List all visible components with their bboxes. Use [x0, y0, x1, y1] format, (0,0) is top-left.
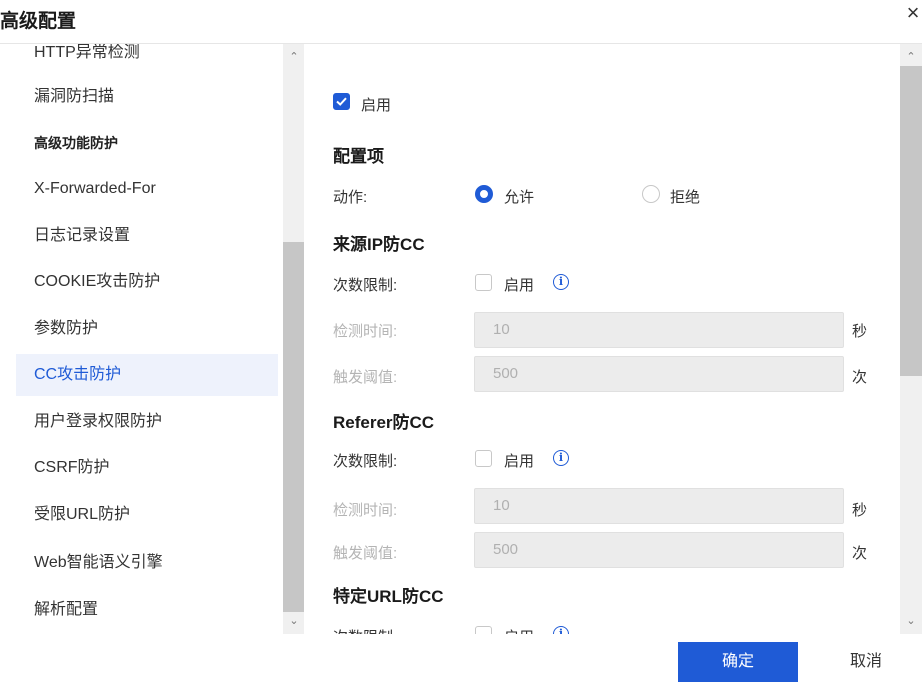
specific-url-section-title: 特定URL防CC: [333, 587, 444, 606]
referer-detect-input[interactable]: 10: [474, 488, 844, 524]
referer-limit-enable-label: 启用: [504, 453, 535, 470]
referer-section-title: Referer防CC: [333, 413, 435, 432]
referer-limit-checkbox[interactable]: [475, 450, 492, 467]
sidebar-scroll-down-icon[interactable]: ⌄: [287, 614, 301, 628]
referer-detect-label: 检测时间:: [333, 502, 398, 519]
sidebar-item-csrf[interactable]: CSRF防护: [16, 447, 278, 489]
sidebar: HTTP异常检测 漏洞防扫描 高级功能防护 X-Forwarded-For 日志…: [14, 44, 280, 634]
sidebar-item-restricted-url[interactable]: 受限URL防护: [16, 494, 278, 536]
cancel-button[interactable]: 取消: [810, 642, 922, 682]
source-ip-detect-input[interactable]: 10: [474, 312, 844, 348]
enable-checkbox[interactable]: [333, 93, 350, 110]
action-label: 动作:: [333, 189, 368, 206]
referer-trigger-label: 触发阈值:: [333, 545, 398, 562]
content-scroll-up-icon[interactable]: ⌃: [904, 50, 918, 64]
sidebar-item-cc[interactable]: CC攻击防护: [16, 354, 278, 396]
source-ip-detect-unit: 秒: [852, 323, 868, 340]
sidebar-item-parse-config[interactable]: 解析配置: [16, 589, 278, 631]
sidebar-group-advanced: 高级功能防护: [34, 135, 118, 151]
info-icon[interactable]: i: [553, 274, 569, 290]
source-ip-trigger-input[interactable]: 500: [474, 356, 844, 392]
sidebar-item-cookie[interactable]: COOKIE攻击防护: [16, 261, 278, 303]
source-ip-trigger-label: 触发阈值:: [333, 369, 398, 386]
sidebar-item-param[interactable]: 参数防护: [16, 308, 278, 350]
action-radio-deny[interactable]: [642, 185, 660, 203]
dialog-title: 高级配置: [0, 11, 77, 32]
ok-button[interactable]: 确定: [678, 642, 798, 682]
sidebar-scroll-up-icon[interactable]: ⌃: [287, 50, 301, 64]
referer-detect-unit: 秒: [852, 502, 868, 519]
specific-url-limit-label: 次数限制:: [333, 626, 397, 634]
specific-url-limit-enable-label: 启用: [504, 626, 534, 634]
info-icon[interactable]: i: [553, 450, 569, 466]
sidebar-item-log-settings[interactable]: 日志记录设置: [16, 215, 278, 257]
referer-limit-label: 次数限制:: [333, 453, 398, 470]
sidebar-scroll-thumb[interactable]: [283, 242, 304, 612]
action-radio-allow-label: 允许: [504, 189, 535, 206]
content-panel: 启用 配置项 动作: 允许 拒绝 来源IP防CC 次数限制: 启用 i 检测时间…: [306, 44, 898, 634]
source-ip-limit-enable-label: 启用: [504, 277, 535, 294]
specific-url-limit-checkbox[interactable]: [475, 626, 492, 634]
sidebar-item-login-auth[interactable]: 用户登录权限防护: [16, 401, 278, 443]
check-icon: [336, 97, 347, 106]
source-ip-limit-label: 次数限制:: [333, 277, 398, 294]
source-ip-trigger-unit: 次: [852, 369, 868, 386]
source-ip-limit-checkbox[interactable]: [475, 274, 492, 291]
sidebar-item-x-forwarded-for[interactable]: X-Forwarded-For: [16, 168, 278, 210]
action-radio-allow[interactable]: [475, 185, 493, 203]
info-icon[interactable]: i: [553, 626, 569, 634]
sidebar-item-vuln-scan[interactable]: 漏洞防扫描: [16, 76, 278, 118]
content-scroll-down-icon[interactable]: ⌄: [904, 614, 918, 628]
config-section-title: 配置项: [333, 147, 384, 166]
action-radio-deny-label: 拒绝: [670, 189, 701, 206]
close-icon[interactable]: ×: [904, 2, 922, 24]
enable-label: 启用: [361, 97, 392, 114]
source-ip-detect-label: 检测时间:: [333, 323, 398, 340]
referer-trigger-input[interactable]: 500: [474, 532, 844, 568]
sidebar-item-web-semantic[interactable]: Web智能语义引擎: [16, 542, 278, 584]
referer-trigger-unit: 次: [852, 545, 868, 562]
source-ip-section-title: 来源IP防CC: [333, 235, 425, 254]
content-scroll-thumb[interactable]: [900, 66, 922, 376]
